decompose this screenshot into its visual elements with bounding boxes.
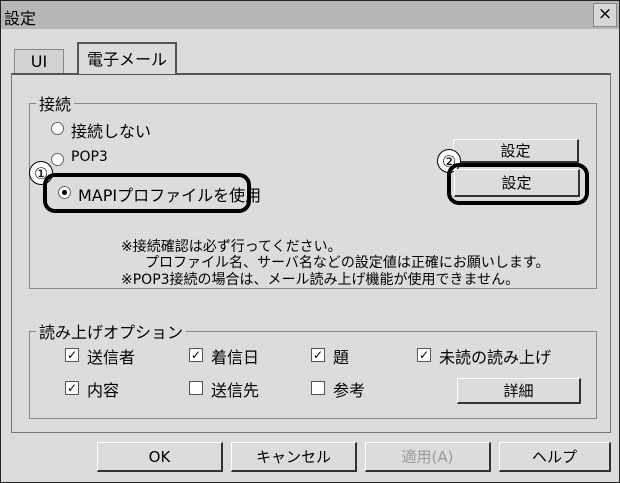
checkbox-subject-label: 題 bbox=[333, 348, 350, 367]
checkbox-unread-label: 未読の読み上げ bbox=[439, 348, 552, 367]
radio-mapi[interactable] bbox=[58, 186, 71, 199]
checkbox-cc[interactable] bbox=[311, 381, 325, 395]
radio-pop3[interactable] bbox=[51, 153, 64, 166]
checkbox-sender[interactable]: ✓ bbox=[65, 348, 79, 362]
window-title: 設定 bbox=[4, 9, 37, 28]
checkbox-received-date-label: 着信日 bbox=[211, 348, 260, 367]
radio-pop3-label: POP3 bbox=[71, 149, 108, 165]
checkbox-sender-label: 送信者 bbox=[87, 348, 136, 367]
close-icon[interactable]: × bbox=[593, 3, 617, 27]
checkbox-recipient-label: 送信先 bbox=[211, 381, 260, 400]
connection-legend: 接続 bbox=[39, 95, 72, 114]
details-button[interactable]: 詳細 bbox=[457, 378, 581, 404]
mapi-settings-button[interactable]: 設定 bbox=[454, 169, 580, 197]
radio-mapi-label: MAPIプロファイルを使用 bbox=[78, 186, 262, 205]
pop3-settings-button[interactable]: 設定 bbox=[453, 139, 579, 163]
checkbox-cc-label: 参考 bbox=[333, 381, 366, 400]
apply-button[interactable]: 適用(A) bbox=[365, 442, 491, 472]
checkbox-content-label: 内容 bbox=[87, 381, 120, 400]
note-line-3: ※POP3接続の場合は、メール読み上げ機能が使用できません。 bbox=[121, 272, 520, 288]
tab-ui[interactable]: UI bbox=[14, 49, 64, 73]
tab-email[interactable]: 電子メール bbox=[77, 42, 177, 74]
checkbox-received-date[interactable]: ✓ bbox=[189, 348, 203, 362]
checkbox-unread[interactable]: ✓ bbox=[417, 348, 431, 362]
checkbox-recipient[interactable] bbox=[189, 381, 203, 395]
checkbox-content[interactable]: ✓ bbox=[65, 381, 79, 395]
checkbox-subject[interactable]: ✓ bbox=[311, 348, 325, 362]
ok-button[interactable]: OK bbox=[97, 442, 223, 472]
title-bar: 設定 × bbox=[1, 1, 619, 29]
radio-no-connection-label: 接続しない bbox=[71, 122, 152, 141]
cancel-button[interactable]: キャンセル bbox=[231, 442, 357, 472]
radio-no-connection[interactable] bbox=[51, 122, 64, 135]
reading-options-group: 読み上げオプション bbox=[29, 319, 597, 419]
reading-options-legend: 読み上げオプション bbox=[39, 323, 184, 342]
settings-dialog: 設定 × UI 電子メール 接続 接続しない POP3 ① MAPIプロファイル… bbox=[0, 0, 620, 483]
help-button[interactable]: ヘルプ bbox=[499, 442, 611, 472]
